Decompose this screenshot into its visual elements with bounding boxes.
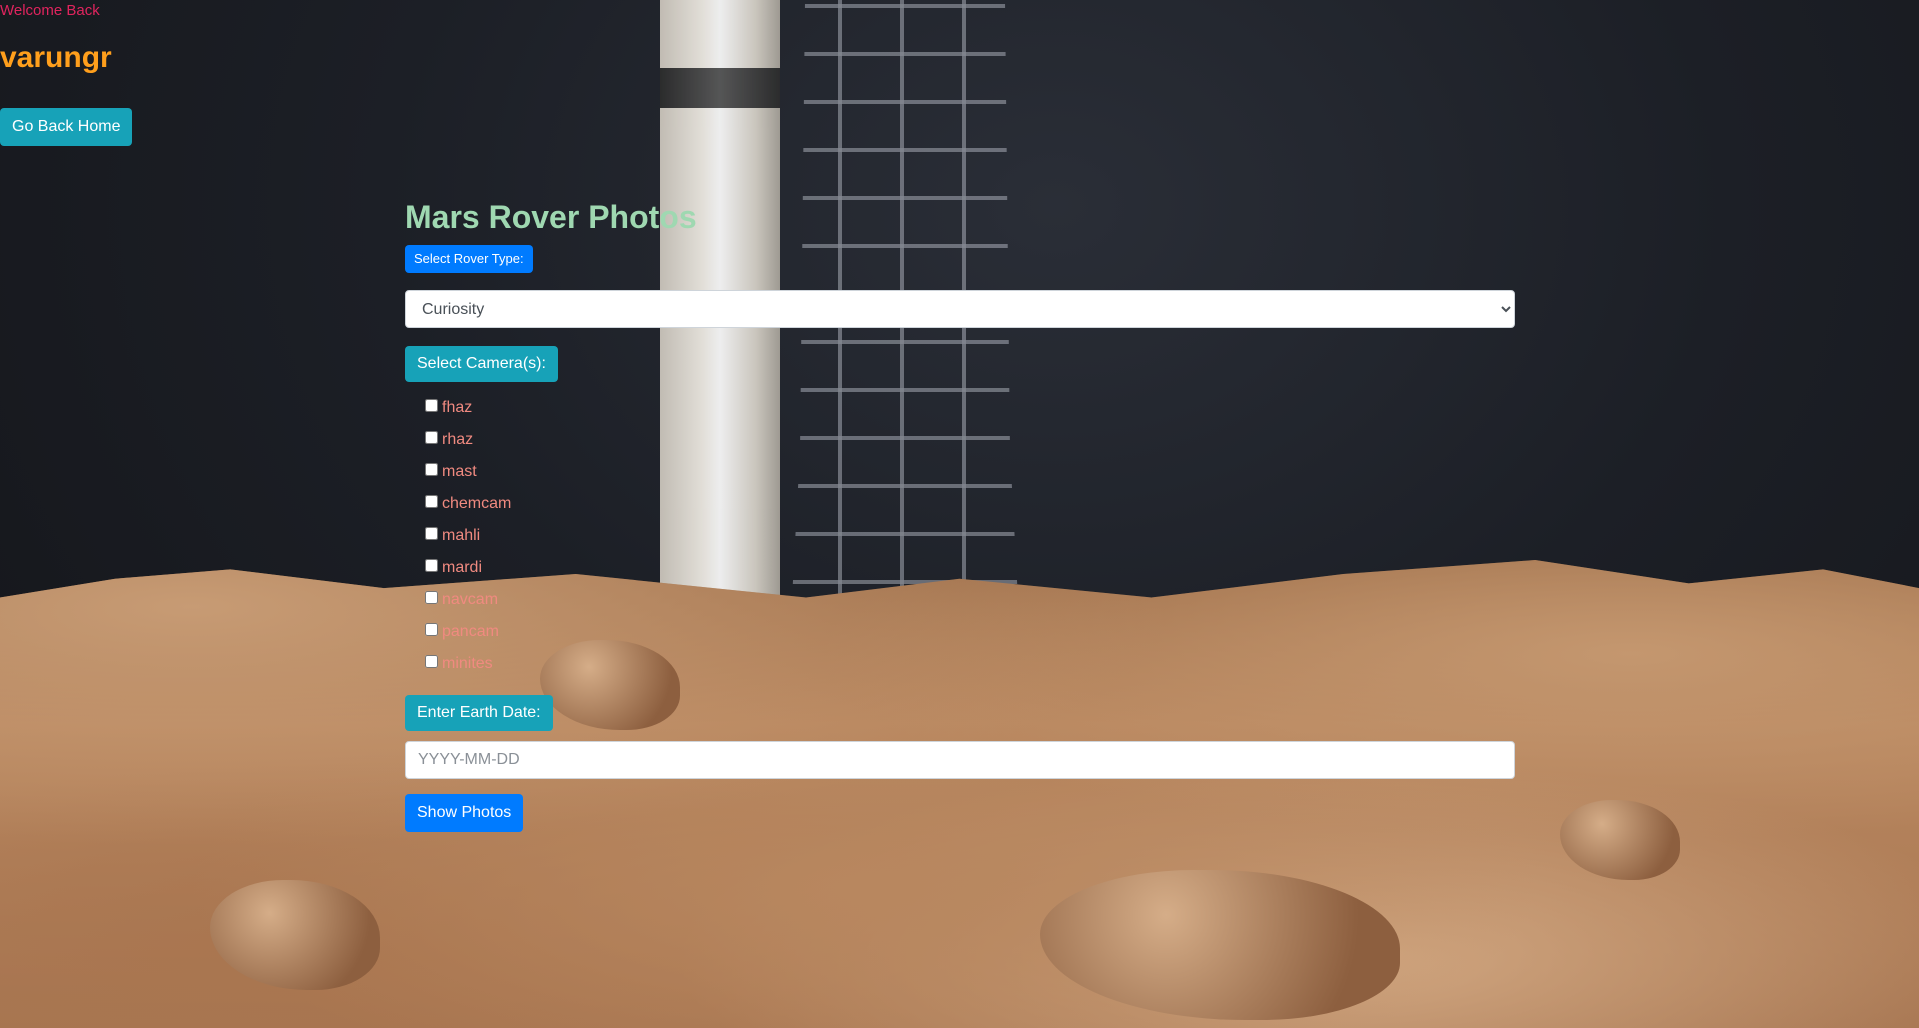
camera-checkbox-rhaz[interactable]	[425, 430, 438, 444]
enter-earth-date-button[interactable]: Enter Earth Date:	[405, 695, 553, 731]
camera-label-minites: minites	[442, 655, 493, 672]
background-scene	[0, 0, 1919, 1028]
camera-checkbox-minites[interactable]	[425, 654, 438, 668]
rover-type-select[interactable]: Curiosity	[405, 290, 1515, 328]
camera-label-pancam: pancam	[442, 623, 499, 640]
camera-checkbox-chemcam[interactable]	[425, 494, 438, 508]
camera-item-mahli: mahli	[425, 520, 511, 552]
camera-checkbox-list: fhaz rhaz mast chemcam mahli mardi navcam panca…	[425, 392, 511, 680]
username: varungr	[0, 41, 112, 74]
camera-label-rhaz: rhaz	[442, 431, 474, 448]
camera-checkbox-navcam[interactable]	[425, 590, 438, 604]
page-title: Mars Rover Photos	[405, 199, 697, 235]
camera-label-mast: mast	[442, 463, 477, 480]
camera-item-mardi: mardi	[425, 552, 511, 584]
earth-date-input[interactable]	[405, 741, 1515, 779]
camera-label-mahli: mahli	[442, 527, 481, 544]
camera-label-mardi: mardi	[442, 559, 483, 576]
camera-item-rhaz: rhaz	[425, 424, 511, 456]
welcome-text: Welcome Back	[0, 2, 100, 19]
camera-item-pancam: pancam	[425, 616, 511, 648]
camera-item-fhaz: fhaz	[425, 392, 511, 424]
camera-checkbox-mast[interactable]	[425, 462, 438, 476]
camera-item-chemcam: chemcam	[425, 488, 511, 520]
go-back-home-button[interactable]: Go Back Home	[0, 108, 133, 146]
camera-label-chemcam: chemcam	[442, 495, 512, 512]
select-cameras-button[interactable]: Select Camera(s):	[405, 346, 558, 382]
camera-checkbox-fhaz[interactable]	[425, 398, 438, 412]
camera-label-navcam: navcam	[442, 591, 499, 608]
camera-item-minites: minites	[425, 648, 511, 680]
camera-checkbox-mahli[interactable]	[425, 526, 438, 540]
camera-checkbox-mardi[interactable]	[425, 558, 438, 572]
select-rover-type-button[interactable]: Select Rover Type:	[405, 245, 533, 273]
camera-checkbox-pancam[interactable]	[425, 622, 438, 636]
camera-item-navcam: navcam	[425, 584, 511, 616]
camera-label-fhaz: fhaz	[442, 399, 473, 416]
camera-item-mast: mast	[425, 456, 511, 488]
show-photos-button[interactable]: Show Photos	[405, 794, 524, 832]
